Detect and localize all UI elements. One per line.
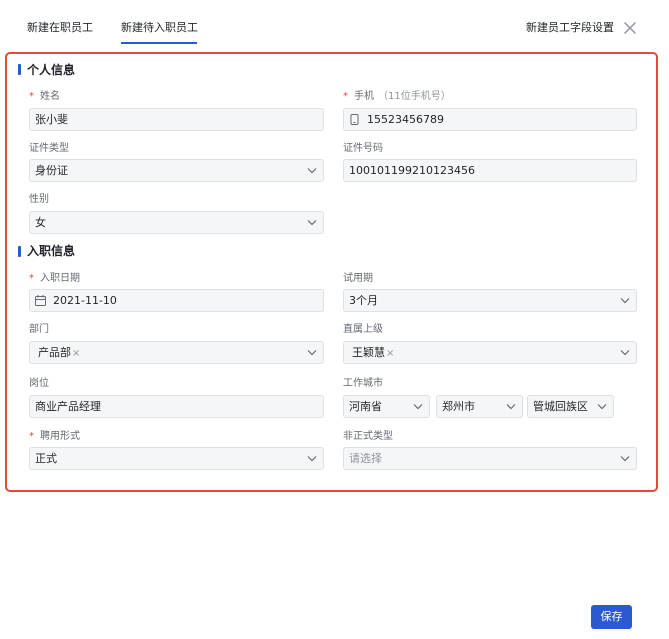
required-mark: * — [343, 91, 348, 102]
save-button[interactable]: 保存 — [591, 605, 632, 629]
manager-tag: 王颖慧× — [344, 342, 396, 363]
chevron-down-icon — [307, 349, 317, 356]
tab-new-active-employee[interactable]: 新建在职员工 — [27, 21, 93, 35]
chevron-down-icon — [307, 167, 317, 174]
required-mark: * — [29, 273, 34, 284]
chevron-down-icon — [307, 455, 317, 462]
chevron-down-icon — [597, 403, 607, 410]
phone-input[interactable]: 15523456789 — [343, 108, 637, 131]
id-type-label: 证件类型 — [29, 143, 69, 154]
section-accent-bar — [18, 64, 21, 75]
employment-type-select[interactable]: 正式 — [29, 447, 324, 470]
chevron-down-icon — [413, 403, 423, 410]
chevron-down-icon — [307, 219, 317, 226]
section-accent-bar — [18, 246, 21, 257]
informal-type-select[interactable]: 请选择 — [343, 447, 637, 470]
remove-tag-icon[interactable]: × — [72, 342, 80, 363]
tab-new-pending-employee[interactable]: 新建待入职员工 — [121, 21, 198, 35]
id-number-input[interactable]: 100101199210123456 — [343, 159, 637, 182]
calendar-icon — [35, 295, 46, 306]
start-date-label: * 入职日期 — [29, 273, 80, 284]
department-label: 部门 — [29, 324, 49, 335]
position-label: 岗位 — [29, 378, 49, 389]
probation-select[interactable]: 3个月 — [343, 289, 637, 312]
field-settings-link[interactable]: 新建员工字段设置 — [526, 21, 614, 35]
id-number-label: 证件号码 — [343, 143, 383, 154]
required-mark: * — [29, 91, 34, 102]
active-tab-indicator — [121, 42, 197, 44]
department-select[interactable]: 产品部× — [29, 341, 324, 364]
probation-label: 试用期 — [343, 273, 373, 284]
informal-type-label: 非正式类型 — [343, 431, 393, 442]
work-city-label: 工作城市 — [343, 378, 383, 389]
chevron-down-icon — [620, 349, 630, 356]
department-tag: 产品部× — [30, 342, 82, 363]
chevron-down-icon — [620, 455, 630, 462]
section-title-personal: 个人信息 — [27, 63, 76, 77]
phone-icon — [349, 114, 360, 125]
remove-tag-icon[interactable]: × — [386, 342, 394, 363]
district-select[interactable]: 管城回族区 — [527, 395, 614, 418]
gender-label: 性别 — [29, 194, 49, 205]
start-date-picker[interactable]: 2021-11-10 — [29, 289, 324, 312]
required-mark: * — [29, 431, 34, 442]
position-input[interactable]: 商业产品经理 — [29, 395, 324, 418]
manager-select[interactable]: 王颖慧× — [343, 341, 637, 364]
manager-label: 直属上级 — [343, 324, 383, 335]
close-icon[interactable] — [622, 20, 638, 36]
chevron-down-icon — [620, 297, 630, 304]
province-select[interactable]: 河南省 — [343, 395, 430, 418]
name-label: * 姓名 — [29, 91, 60, 102]
top-bar: 新建在职员工 新建待入职员工 新建员工字段设置 — [0, 0, 669, 48]
phone-hint: （11位手机号） — [378, 91, 451, 102]
section-title-onboarding: 入职信息 — [27, 244, 76, 258]
name-input[interactable]: 张小斐 — [29, 108, 324, 131]
chevron-down-icon — [506, 403, 516, 410]
employment-type-label: * 聘用形式 — [29, 431, 80, 442]
city-select[interactable]: 郑州市 — [436, 395, 523, 418]
id-type-select[interactable]: 身份证 — [29, 159, 324, 182]
phone-label: * 手机 （11位手机号） — [343, 91, 451, 102]
gender-select[interactable]: 女 — [29, 211, 324, 234]
